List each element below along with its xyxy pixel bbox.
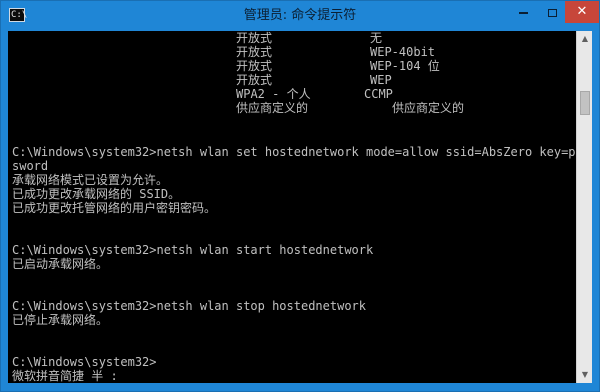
current-prompt[interactable]: C:\Windows\system32> [12,355,157,369]
console-output[interactable]: 开放式 无 开放式 WEP-40bit 开放式 WEP-104 位 开放式 WE… [8,31,576,383]
auth-cell: 开放式 [236,73,273,87]
scroll-down-icon[interactable]: ▼ [577,367,593,383]
minimize-icon [518,11,528,14]
command-line: C:\Windows\system32>netsh wlan stop host… [12,299,367,313]
auth-cell: 开放式 [236,31,273,45]
vertical-scrollbar[interactable]: ▲ ▼ [576,31,592,383]
auth-cell: 供应商定义的 [236,101,309,115]
title-bar[interactable]: C:\ 管理员: 命令提示符 ✕ [1,1,599,31]
command-prompt-window: C:\ 管理员: 命令提示符 ✕ 开放式 无 开放式 WEP-40bit 开放式… [0,0,600,392]
minimize-button[interactable] [509,1,537,23]
command-line-wrap: sword [12,159,49,173]
cipher-cell: 供应商定义的 [392,101,465,115]
output-line: 承载网络模式已设置为允许。 [12,173,169,187]
window-bottom-border[interactable] [1,383,599,391]
cipher-cell: WEP-40bit [370,45,436,59]
close-button[interactable]: ✕ [565,1,599,23]
scroll-up-icon[interactable]: ▲ [577,31,593,47]
output-line: 已停止承载网络。 [12,313,109,327]
output-line: 已成功更改承载网络的 SSID。 [12,187,181,201]
output-line: 已启动承载网络。 [12,257,109,271]
cipher-cell: 无 [370,31,383,45]
cipher-cell: CCMP [364,87,393,101]
command-line: C:\Windows\system32>netsh wlan start hos… [12,243,374,257]
command-line: C:\Windows\system32>netsh wlan set hoste… [12,145,576,159]
auth-cell: 开放式 [236,45,273,59]
scroll-thumb[interactable] [580,91,590,115]
ime-status: 微软拼音简捷 半 : [12,369,118,383]
maximize-button[interactable] [538,1,566,23]
close-icon: ✕ [576,4,588,19]
output-line: 已成功更改托管网络的用户密钥密码。 [12,201,217,215]
auth-cell: 开放式 [236,59,273,73]
auth-cell: WPA2 - 个人 [236,87,311,101]
cipher-cell: WEP [370,73,392,87]
maximize-icon [547,8,557,17]
cipher-cell: WEP-104 位 [370,59,440,73]
